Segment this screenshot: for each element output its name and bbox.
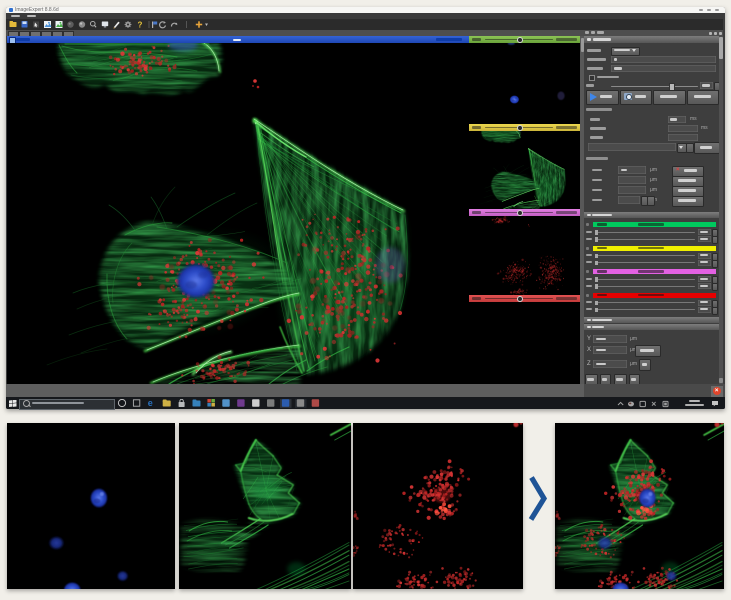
svg-text:?: ? (138, 20, 143, 29)
svg-text:e: e (148, 399, 153, 408)
